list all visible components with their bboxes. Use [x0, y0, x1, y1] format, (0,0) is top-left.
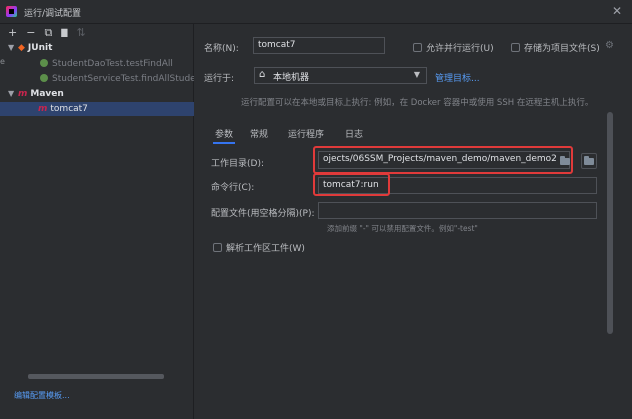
junit-icon: ◆: [18, 43, 25, 53]
edge-marker: e: [0, 57, 5, 66]
profiles-label: 配置文件(用空格分隔)(P):: [211, 209, 315, 219]
title-bar: 运行/调试配置 ✕: [0, 0, 632, 24]
macro-folder-icon[interactable]: [581, 153, 597, 169]
tab-runner[interactable]: 运行程序: [288, 127, 324, 140]
chevron-down-icon[interactable]: ▼: [8, 87, 18, 101]
config-form-panel: 名称(N): tomcat7 允许并行运行(U) 存储为项目文件(S) ⚙ 运行…: [195, 24, 632, 419]
test-icon: [40, 59, 48, 67]
manage-targets-link[interactable]: 管理目标...: [435, 71, 480, 84]
tree-group-junit[interactable]: ▼ ◆ JUnit: [0, 41, 194, 55]
window-title: 运行/调试配置: [24, 9, 82, 19]
tab-general[interactable]: 常规: [250, 127, 268, 140]
gear-icon[interactable]: ⚙: [605, 40, 614, 51]
copy-icon[interactable]: ⧉: [44, 27, 52, 39]
config-tabs: 参数 常规 运行程序 日志: [195, 123, 632, 145]
folder-icon[interactable]: ▇: [61, 27, 67, 39]
tree-group-maven[interactable]: ▼ m Maven: [0, 87, 194, 101]
test-icon: [40, 74, 48, 82]
command-label: 命令行(C):: [211, 183, 255, 193]
sort-icon[interactable]: ⇅: [76, 27, 85, 39]
working-dir-highlight: [313, 146, 573, 174]
profiles-hint: 添加前缀 "-" 可以禁用配置文件。例如"-test": [327, 224, 478, 233]
maven-icon: m: [18, 89, 28, 99]
edit-templates-link[interactable]: 编辑配置模板...: [14, 390, 70, 401]
home-icon: ⌂: [259, 69, 266, 80]
remove-icon[interactable]: −: [26, 27, 35, 39]
vertical-scrollbar[interactable]: [607, 112, 613, 334]
chevron-down-icon[interactable]: ▼: [8, 41, 18, 55]
checkbox-icon[interactable]: [511, 43, 520, 52]
run-on-label: 运行于:: [204, 74, 235, 84]
tree-toolbar: + − ⧉ ▇ ⇅: [8, 26, 86, 40]
working-dir-label: 工作目录(D):: [211, 159, 264, 169]
close-icon[interactable]: ✕: [612, 4, 622, 18]
profiles-input[interactable]: [318, 202, 597, 219]
store-as-project-checkbox[interactable]: 存储为项目文件(S): [511, 41, 600, 54]
tree-item-maven-0[interactable]: m tomcat7: [0, 102, 194, 116]
tab-params[interactable]: 参数: [212, 127, 236, 144]
resolve-workspace-checkbox[interactable]: 解析工作区工件(W): [213, 241, 305, 254]
checkbox-icon[interactable]: [413, 43, 422, 52]
add-icon[interactable]: +: [8, 27, 17, 39]
checkbox-icon[interactable]: [213, 243, 222, 252]
command-highlight: [313, 173, 390, 196]
chevron-down-icon: ▼: [413, 70, 420, 79]
run-on-hint: 运行配置可以在本地或目标上执行: 例如，在 Docker 容器中或使用 SSH …: [241, 98, 594, 108]
horizontal-scrollbar[interactable]: [28, 374, 164, 379]
allow-parallel-checkbox[interactable]: 允许并行运行(U): [413, 41, 494, 54]
intellij-logo-icon: [6, 6, 17, 17]
tree-item-junit-1[interactable]: StudentServiceTest.findAllStude: [0, 72, 194, 86]
name-input[interactable]: tomcat7: [253, 37, 385, 54]
name-label: 名称(N):: [204, 44, 239, 54]
run-on-select[interactable]: ⌂ 本地机器 ▼: [254, 67, 427, 84]
maven-icon: m: [38, 104, 48, 114]
tree-item-junit-0[interactable]: StudentDaoTest.testFindAll: [0, 57, 194, 71]
config-tree-panel: + − ⧉ ▇ ⇅ ▼ ◆ JUnit StudentDaoTest.testFin…: [0, 24, 194, 419]
tab-logs[interactable]: 日志: [345, 127, 363, 140]
